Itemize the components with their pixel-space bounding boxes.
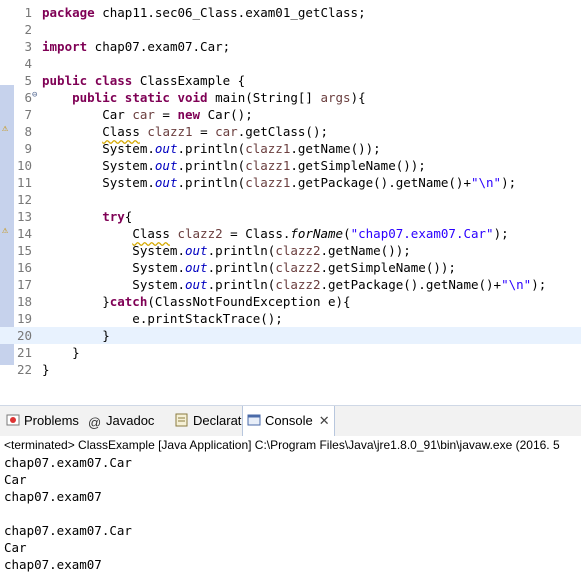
code-text: System.out.println(clazz1.getPackage().g… <box>42 175 517 190</box>
line-number: 11 <box>16 175 32 190</box>
tab-javadoc[interactable]: @ Javadoc <box>84 406 158 436</box>
code-line[interactable]: 21 } <box>0 344 581 361</box>
code-text: System.out.println(clazz2.getName()); <box>42 243 411 258</box>
line-number: 2 <box>24 22 32 37</box>
code-text: e.printStackTrace(); <box>42 311 283 326</box>
code-text: System.out.println(clazz1.getName()); <box>42 141 381 156</box>
console-line: Car <box>4 540 27 555</box>
tab-label: Problems <box>24 413 79 428</box>
code-text: } <box>42 362 50 377</box>
line-number: 12 <box>16 192 32 207</box>
code-line[interactable]: 15 System.out.println(clazz2.getName()); <box>0 242 581 259</box>
declaration-icon <box>175 408 189 427</box>
console-status: <terminated> ClassExample [Java Applicat… <box>4 438 560 452</box>
line-number: 4 <box>24 56 32 71</box>
code-line[interactable]: 10 System.out.println(clazz1.getSimpleNa… <box>0 157 581 174</box>
fold-icon[interactable]: ⊖ <box>32 89 44 101</box>
line-number: 20 <box>16 328 32 343</box>
code-text: } <box>42 328 110 343</box>
code-line[interactable]: 4 <box>0 55 581 72</box>
code-text: public static void main(String[] args){ <box>72 90 366 105</box>
code-line[interactable]: 20 } <box>0 327 581 344</box>
console-line: Car <box>4 472 27 487</box>
code-line[interactable]: 6 public static void main(String[] args)… <box>0 89 581 106</box>
code-text: } <box>42 345 80 360</box>
code-text: Class clazz2 = Class.forName("chap07.exa… <box>132 226 509 241</box>
code-line[interactable]: 19 e.printStackTrace(); <box>0 310 581 327</box>
code-line[interactable]: 7 Car car = new Car(); <box>0 106 581 123</box>
code-text: Class clazz1 = car.getClass(); <box>102 124 329 139</box>
console-view[interactable]: <terminated> ClassExample [Java Applicat… <box>0 436 581 573</box>
line-number: 9 <box>24 141 32 156</box>
tab-problems[interactable]: Problems <box>2 406 83 436</box>
code-line[interactable]: 2 <box>0 21 581 38</box>
code-line[interactable]: 9 System.out.println(clazz1.getName()); <box>0 140 581 157</box>
console-line: chap07.exam07.Car <box>4 523 132 538</box>
code-line[interactable]: 8 Class clazz1 = car.getClass(); ⚠ <box>0 123 581 140</box>
line-number: 15 <box>16 243 32 258</box>
tab-label: Javadoc <box>106 413 155 428</box>
code-text: import chap07.exam07.Car; <box>42 39 231 54</box>
javadoc-icon: @ <box>88 415 102 430</box>
code-line[interactable]: 11 System.out.println(clazz1.getPackage(… <box>0 174 581 191</box>
line-number: 5 <box>24 73 32 88</box>
console-icon <box>247 408 261 426</box>
line-number: 22 <box>16 362 32 377</box>
line-number: 13 <box>16 209 32 224</box>
code-line[interactable]: 17 System.out.println(clazz2.getPackage(… <box>0 276 581 293</box>
tab-console[interactable]: Console ✕ <box>242 406 335 436</box>
code-text: System.out.println(clazz2.getSimpleName(… <box>42 260 456 275</box>
code-text: try{ <box>102 209 133 224</box>
line-number: 18 <box>16 294 32 309</box>
line-number: 10 <box>16 158 32 173</box>
code-line[interactable]: 22} <box>0 361 581 378</box>
code-line[interactable]: 12 <box>0 191 581 208</box>
code-text: Car car = new Car(); <box>42 107 253 122</box>
code-line[interactable]: 13 try{ <box>0 208 581 225</box>
console-line: chap07.exam07 <box>4 489 102 504</box>
code-line[interactable]: 18 }catch(ClassNotFoundException e){ <box>0 293 581 310</box>
warning-icon[interactable]: ⚠ <box>2 225 14 237</box>
code-line[interactable]: 3 import chap07.exam07.Car; <box>0 38 581 55</box>
code-text: }catch(ClassNotFoundException e){ <box>42 294 351 309</box>
code-text: System.out.println(clazz2.getPackage().g… <box>42 277 547 292</box>
code-editor[interactable]: 1 package chap11.sec06_Class.exam01_getCl… <box>0 0 581 382</box>
line-number: 19 <box>16 311 32 326</box>
code-line[interactable]: 1 package chap11.sec06_Class.exam01_getCl… <box>0 4 581 21</box>
line-number: 7 <box>24 107 32 122</box>
code-line[interactable]: 5 public class ClassExample { <box>0 72 581 89</box>
code-line[interactable]: 14 Class clazz2 = Class.forName("chap07.… <box>0 225 581 242</box>
bottom-panel-tabs: Problems @ Javadoc Declaration Console ✕ <box>0 405 581 437</box>
warning-icon[interactable]: ⚠ <box>2 123 14 135</box>
code-text: package chap11.sec06_Class.exam01_getCla… <box>42 5 366 20</box>
line-number: 6 <box>24 90 32 105</box>
line-number: 21 <box>16 345 32 360</box>
code-text: public class ClassExample { <box>42 73 246 88</box>
code-text: System.out.println(clazz1.getSimpleName(… <box>42 158 426 173</box>
close-icon[interactable]: ✕ <box>319 406 330 436</box>
tab-label: Console <box>265 413 313 428</box>
line-number: 17 <box>16 277 32 292</box>
console-line: chap07.exam07 <box>4 557 102 572</box>
line-number: 16 <box>16 260 32 275</box>
console-line: chap07.exam07.Car <box>4 455 132 470</box>
code-line[interactable]: 16 System.out.println(clazz2.getSimpleNa… <box>0 259 581 276</box>
line-number: 1 <box>24 5 32 20</box>
problems-icon <box>6 408 20 426</box>
line-number: 3 <box>24 39 32 54</box>
